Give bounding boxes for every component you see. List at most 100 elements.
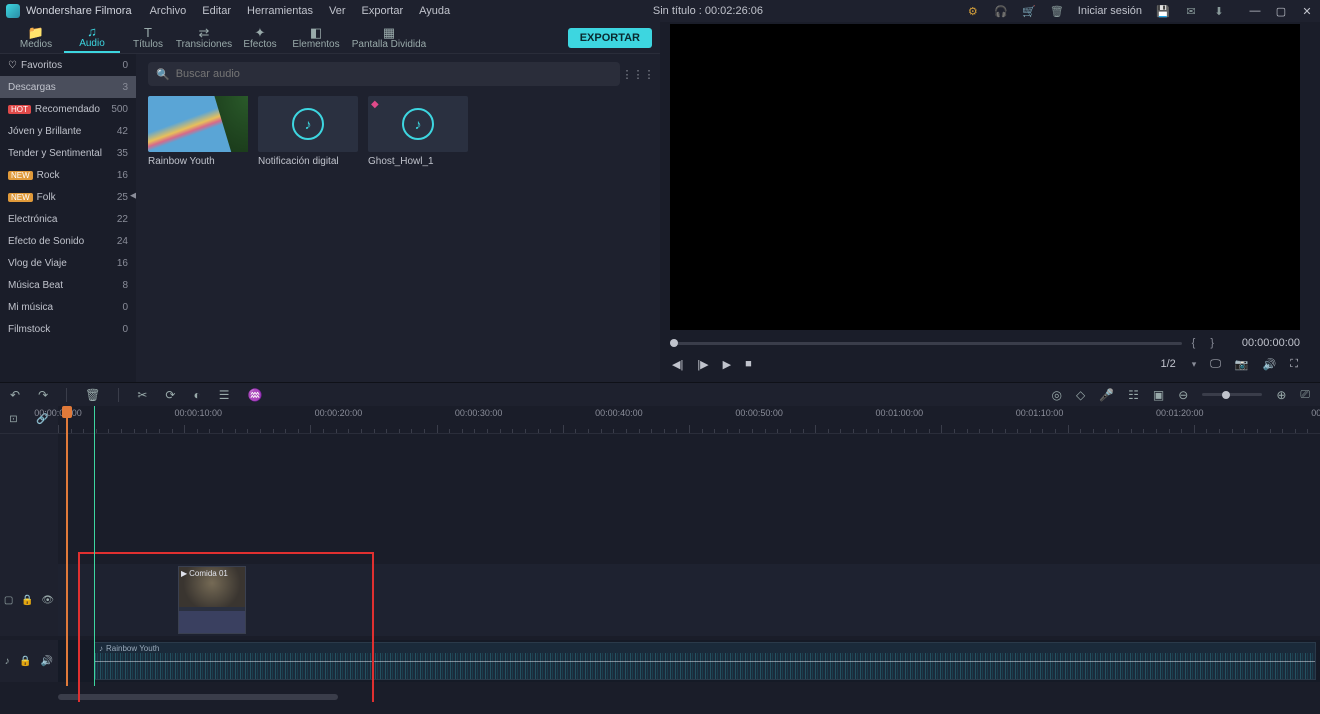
mark-in-out[interactable]: { } [1192,337,1220,349]
menu-view[interactable]: Ver [329,5,346,17]
chevron-down-icon[interactable]: ▾ [1192,359,1197,370]
menu-tools[interactable]: Herramientas [247,5,313,17]
lock-icon[interactable]: 🔒 [21,595,33,606]
prev-frame-button[interactable]: ◀| [672,358,683,371]
close-button[interactable]: ✕ [1300,5,1314,18]
download-icon[interactable]: ⬇ [1212,4,1226,18]
hot-badge: HOT [8,105,31,114]
menu-edit[interactable]: Editar [202,5,231,17]
audio-thumb-ghost-howl[interactable]: ◆♪ Ghost_Howl_1 [368,96,468,167]
zoom-fit-icon[interactable]: ⎚ [1300,387,1310,402]
horizontal-scrollbar[interactable] [58,694,338,700]
export-button[interactable]: EXPORTAR [568,28,652,48]
tab-titles[interactable]: TTítulos [120,22,176,53]
play-icon: ▶ [181,569,187,578]
tab-audio[interactable]: ♫Audio [64,22,120,53]
timeline-tracks[interactable]: ▢ 🔒 👁 ▶Comida 01 ♪ 🔒 🔊 ♪Rainbow Youth [0,434,1320,702]
menu-help[interactable]: Ayuda [419,5,450,17]
timeline-toolbar: ↶ ↷ 🗑 ✂ ⟳ ◐ ☰ ♒ ◎ ◇ 🎤 ☷ ▣ ⊖ ⊕ ⎚ [0,382,1320,406]
audio-thumb-rainbow-youth[interactable]: Rainbow Youth [148,96,248,167]
track-toggle-icon[interactable]: ▢ [4,595,13,606]
sidebar-item-electronic[interactable]: Electrónica22 [0,208,136,230]
undo-button[interactable]: ↶ [10,388,20,402]
login-link[interactable]: Iniciar sesión [1078,5,1142,17]
audio-track[interactable]: ♪ 🔒 🔊 ♪Rainbow Youth [0,640,1320,682]
sidebar-item-beat-music[interactable]: Música Beat8 [0,274,136,296]
sidebar-item-folk[interactable]: NEWFolk25 [0,186,136,208]
audio-adjust-icon[interactable]: ♒ [248,388,263,402]
sidebar-item-sound-effect[interactable]: Efecto de Sonido24 [0,230,136,252]
audio-clip[interactable]: ♪Rainbow Youth [94,642,1316,680]
audio-level-line[interactable] [95,661,1315,662]
zoom-slider[interactable] [1202,393,1262,396]
speed-button[interactable]: ⟳ [165,388,175,402]
clip-name: Comida 01 [189,569,228,578]
marker-icon[interactable]: ◇ [1076,388,1085,402]
music-track-icon[interactable]: ♪ [5,656,10,667]
sidebar-item-downloads[interactable]: Descargas3 [0,76,136,98]
search-box[interactable]: 🔍 [148,62,620,86]
sidebar-item-my-music[interactable]: Mi música0 [0,296,136,318]
sidebar-item-rock[interactable]: NEWRock16 [0,164,136,186]
ruler-tick: 00:00:00:00 [34,408,82,418]
ruler-tick: 00:0 [1311,408,1320,418]
sidebar-item-young-bright[interactable]: Jóven y Brillante42 [0,120,136,142]
support-icon[interactable]: 🎧 [994,4,1008,18]
tab-transitions[interactable]: ⇄Transiciones [176,22,232,53]
tab-split-screen[interactable]: ▦Pantalla Dividida [344,22,434,53]
audio-track-header[interactable]: ♪ 🔒 🔊 [0,640,58,682]
sidebar-item-travel-vlog[interactable]: Vlog de Viaje16 [0,252,136,274]
keyframe-icon[interactable]: ▣ [1153,388,1164,402]
sidebar-item-favorites[interactable]: ♡Favoritos0 [0,54,136,76]
zoom-out-icon[interactable]: ⊖ [1178,388,1188,402]
maximize-button[interactable]: ▢ [1274,5,1288,18]
sidebar-item-filmstock[interactable]: Filmstock0 [0,318,136,340]
fullscreen-icon[interactable]: ⛶ [1290,358,1298,371]
mixer-icon[interactable]: ☷ [1128,388,1139,402]
lock-icon[interactable]: 🔒 [19,656,31,667]
snapshot-icon[interactable]: 📷 [1235,358,1249,371]
tab-elements[interactable]: ◧Elementos [288,22,344,53]
timeline-ruler[interactable]: ⊡ 🔗 00:00:00:0000:00:10:0000:00:20:0000:… [0,406,1320,434]
delete-button[interactable]: 🗑 [85,388,100,402]
volume-icon[interactable]: 🔊 [1263,358,1277,371]
video-track-header[interactable]: ▢ 🔒 👁 [0,564,58,636]
menu-file[interactable]: Archivo [150,5,187,17]
tab-media[interactable]: 📁Medios [8,22,64,53]
fit-timeline-icon[interactable]: ⊡ [9,414,17,425]
adjust-button[interactable]: ☰ [219,388,230,402]
search-input[interactable] [176,68,612,80]
redo-button[interactable]: ↷ [38,388,48,402]
preview-scrubber[interactable] [670,342,1182,345]
trash-icon[interactable]: 🗑 [1050,4,1064,18]
stop-button[interactable]: ■ [745,358,752,370]
monitor-icon[interactable]: 🖵 [1210,358,1221,371]
tab-effects[interactable]: ✦Efectos [232,22,288,53]
menu-export[interactable]: Exportar [362,5,404,17]
grid-toggle-icon[interactable]: ⋮⋮⋮ [628,64,648,84]
save-icon[interactable]: 💾 [1156,4,1170,18]
play-reverse-button[interactable]: |▶ [697,358,708,371]
mute-icon[interactable]: 🔊 [41,656,53,667]
sidebar-item-recommended[interactable]: HOTRecomendado500 [0,98,136,120]
cut-button[interactable]: ✂ [137,388,147,402]
play-button[interactable]: ▶ [723,358,731,371]
video-clip[interactable]: ▶Comida 01 [178,566,246,634]
minimize-button[interactable]: — [1248,5,1262,18]
render-icon[interactable]: ◎ [1051,388,1061,402]
video-track[interactable]: ▢ 🔒 👁 ▶Comida 01 [0,564,1320,636]
thumb-label: Notificación digital [258,156,358,167]
preview-video[interactable] [670,24,1300,330]
crop-button[interactable]: ◐ [193,388,200,402]
preview-quality[interactable]: 1/2 [1160,358,1175,370]
voiceover-icon[interactable]: 🎤 [1099,388,1114,402]
cart-icon[interactable]: 🛒 [1022,4,1036,18]
zoom-in-icon[interactable]: ⊕ [1276,388,1286,402]
app-name: Wondershare Filmora [26,5,132,17]
settings-icon[interactable]: ⚙ [966,4,980,18]
ruler-tick: 00:01:00:00 [876,408,924,418]
audio-thumb-digital-notification[interactable]: ♪ Notificación digital [258,96,358,167]
message-icon[interactable]: ✉ [1184,4,1198,18]
eye-icon[interactable]: 👁 [41,595,54,606]
sidebar-item-tender[interactable]: Tender y Sentimental35 [0,142,136,164]
